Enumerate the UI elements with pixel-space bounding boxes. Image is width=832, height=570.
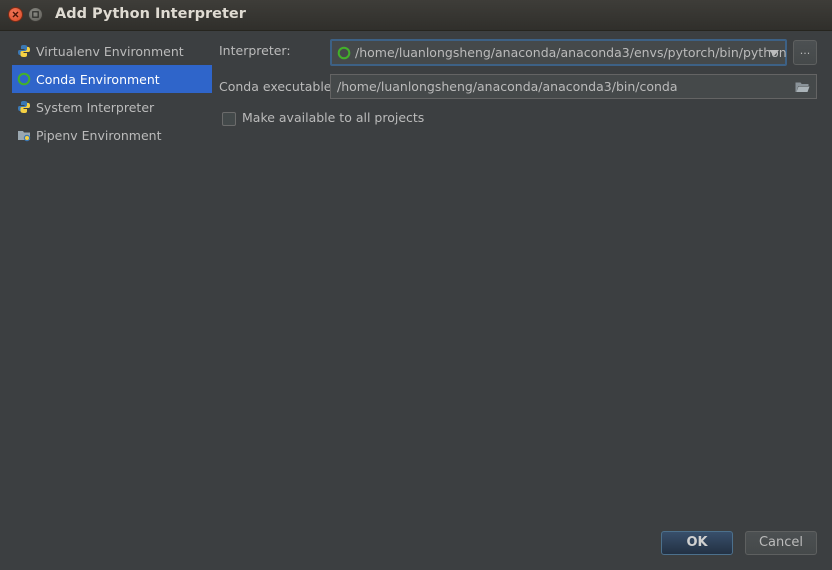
environment-list: Virtualenv Environment Conda Environment… — [12, 37, 212, 149]
interpreter-dropdown[interactable]: /home/luanlongsheng/anaconda/anaconda3/e… — [330, 39, 787, 66]
sidebar-item-conda[interactable]: Conda Environment — [12, 65, 212, 93]
sidebar-item-label: Pipenv Environment — [36, 127, 162, 143]
make-available-checkbox[interactable] — [222, 112, 236, 126]
maximize-icon[interactable] — [28, 7, 43, 22]
chevron-down-icon[interactable] — [769, 50, 779, 56]
sidebar-item-system[interactable]: System Interpreter — [12, 93, 212, 121]
sidebar-item-label: Conda Environment — [36, 71, 160, 87]
sidebar-item-label: Virtualenv Environment — [36, 43, 184, 59]
conda-icon — [16, 71, 32, 87]
sidebar-item-virtualenv[interactable]: Virtualenv Environment — [12, 37, 212, 65]
title-bar: Add Python Interpreter — [0, 0, 832, 31]
python-icon — [16, 99, 32, 115]
sidebar-item-pipenv[interactable]: Pipenv Environment — [12, 121, 212, 149]
window-title: Add Python Interpreter — [55, 6, 246, 22]
conda-executable-label: Conda executable: — [219, 79, 336, 94]
conda-icon — [337, 45, 351, 61]
conda-executable-field[interactable]: /home/luanlongsheng/anaconda/anaconda3/b… — [330, 74, 817, 99]
ok-button[interactable]: OK — [661, 531, 733, 555]
interpreter-value: /home/luanlongsheng/anaconda/anaconda3/e… — [355, 45, 787, 60]
close-icon[interactable] — [8, 7, 23, 22]
pipenv-icon — [16, 127, 32, 143]
cancel-button[interactable]: Cancel — [745, 531, 817, 555]
sidebar-item-label: System Interpreter — [36, 99, 155, 115]
python-icon — [16, 43, 32, 59]
make-available-label[interactable]: Make available to all projects — [242, 110, 424, 125]
browse-interpreter-button[interactable]: ... — [793, 40, 817, 65]
conda-executable-value: /home/luanlongsheng/anaconda/anaconda3/b… — [337, 79, 678, 94]
folder-icon[interactable] — [795, 81, 810, 96]
interpreter-label: Interpreter: — [219, 43, 291, 58]
